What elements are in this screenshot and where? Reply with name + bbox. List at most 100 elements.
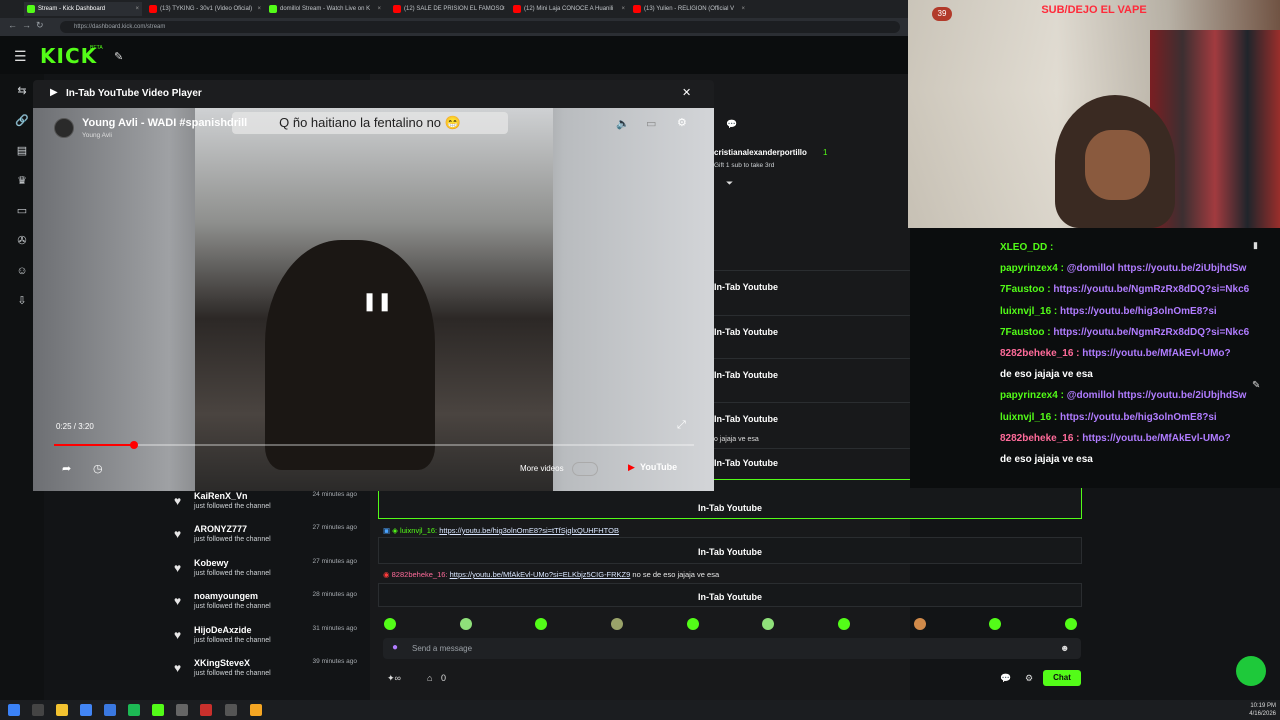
- emote-icon[interactable]: [989, 618, 1001, 630]
- video-title[interactable]: Young Avli - WADI #spanishdrill: [82, 117, 247, 129]
- app-icon[interactable]: [176, 704, 188, 716]
- tab-favicon-icon: [633, 5, 641, 13]
- menu-icon[interactable]: ☰: [14, 48, 27, 65]
- emote-icon[interactable]: [838, 618, 850, 630]
- pinned-count: 1: [823, 148, 828, 157]
- channel-avatar[interactable]: [54, 118, 74, 138]
- browser-tab[interactable]: (13) Yulien - RELIGION (Official V ×: [630, 2, 748, 16]
- forward-icon[interactable]: →: [22, 20, 31, 30]
- points-count: 0: [441, 673, 447, 683]
- chat-link[interactable]: https://youtu.be/MfAkEvl-UMo?si=ELKbjz5C…: [450, 570, 631, 579]
- stream-goal-banner: SUB/DEJO EL VAPE: [1041, 4, 1147, 16]
- youtube-wordmark[interactable]: YouTube: [640, 462, 677, 472]
- app-icon[interactable]: [104, 704, 116, 716]
- watch-later-icon[interactable]: ◷: [93, 462, 103, 475]
- system-clock[interactable]: 10:19 PM 4/16/2026: [1218, 702, 1276, 718]
- video-time: 0:25 / 3:20: [56, 422, 94, 431]
- spotify-icon[interactable]: [128, 704, 140, 716]
- overlay-chat-line: XLEO_DD :: [1000, 242, 1054, 253]
- emote-icon[interactable]: [914, 618, 926, 630]
- app-icon[interactable]: [250, 704, 262, 716]
- gear-icon[interactable]: ⚙: [1025, 673, 1033, 684]
- captions-icon[interactable]: ▭: [646, 117, 656, 130]
- message-input[interactable]: [383, 638, 1081, 659]
- overlay-chat-line: 7Faustoo : https://youtu.be/NgmRzRx8dDQ?…: [1000, 284, 1250, 296]
- browser-tab[interactable]: (13) TYKING - 30v1 (Video Oficial) ×: [146, 2, 264, 16]
- browser-tab[interactable]: domillol Stream - Watch Live on K ×: [266, 2, 384, 16]
- close-tab-icon[interactable]: ×: [377, 2, 381, 16]
- pin-icon[interactable]: ✎: [114, 50, 123, 63]
- kick-logo[interactable]: KICK: [40, 44, 97, 68]
- reward-label: In-Tab Youtube: [714, 327, 778, 337]
- progress-track[interactable]: [54, 444, 694, 446]
- overlay-chat-line: papyrinzex4 : @domillol https://youtu.be…: [1000, 263, 1247, 275]
- support-button[interactable]: [1236, 656, 1266, 686]
- tab-favicon-icon: [393, 5, 401, 13]
- emoji-icon[interactable]: ☻: [1060, 643, 1069, 653]
- browser-tab[interactable]: (12) Mini Laja CONOCE A Huanili ×: [510, 2, 628, 16]
- emote-icon[interactable]: [460, 618, 472, 630]
- download-icon[interactable]: ⇩: [14, 294, 30, 308]
- settings-icon[interactable]: ⚙: [677, 116, 687, 129]
- obs-icon[interactable]: [225, 704, 237, 716]
- pinned-user[interactable]: cristianalexanderportillo: [714, 148, 807, 157]
- share-icon[interactable]: ➦: [62, 462, 71, 475]
- pause-icon[interactable]: ❚❚: [362, 290, 392, 312]
- tab-favicon-icon: [513, 5, 521, 13]
- tab-label: (12) SALE DE PRISION EL FAMOSO: [404, 6, 505, 12]
- emote-icon[interactable]: [687, 618, 699, 630]
- channel-name[interactable]: Young Avli: [82, 132, 112, 139]
- heart-icon: ♥: [174, 661, 182, 675]
- follower-item: ♥ Kobewy just followed the channel 27 minut…: [174, 558, 357, 577]
- app-icon[interactable]: [200, 704, 212, 716]
- close-tab-icon[interactable]: ×: [135, 2, 139, 16]
- back-icon[interactable]: ←: [8, 20, 17, 30]
- emote-icon[interactable]: [384, 618, 396, 630]
- volume-icon[interactable]: 🔈: [616, 117, 630, 130]
- chrome-icon[interactable]: [80, 704, 92, 716]
- search-icon[interactable]: [32, 704, 44, 716]
- side-tool-icon[interactable]: ▮: [1253, 240, 1258, 251]
- folder-icon[interactable]: [56, 704, 68, 716]
- link-icon[interactable]: 🔗: [14, 114, 30, 128]
- infinity-icon[interactable]: ✦∞: [387, 673, 401, 684]
- chat-link[interactable]: https://youtu.be/hig3olnOmE8?si=tTfSjqlx…: [439, 526, 619, 535]
- progress-scrubber[interactable]: [130, 441, 138, 449]
- users-icon[interactable]: ☺: [14, 264, 30, 278]
- url-field[interactable]: https://dashboard.kick.com/stream: [60, 21, 900, 33]
- lock-icon: ⌂: [427, 673, 433, 683]
- chat-settings-bubble-icon[interactable]: 💬: [1000, 673, 1011, 684]
- filter-icon[interactable]: ⏷: [726, 178, 733, 189]
- emote-icon[interactable]: [1065, 618, 1077, 630]
- emote-icon[interactable]: [611, 618, 623, 630]
- reload-icon[interactable]: ↻: [36, 20, 44, 31]
- close-icon[interactable]: ✕: [682, 86, 691, 99]
- fullscreen-icon[interactable]: ⤢: [677, 419, 686, 432]
- emote-icon[interactable]: [762, 618, 774, 630]
- browser-tab[interactable]: (12) SALE DE PRISION EL FAMOSO ×: [390, 2, 508, 16]
- progress-fill: [54, 444, 134, 446]
- card-icon[interactable]: ▭: [14, 204, 30, 218]
- close-tab-icon[interactable]: ×: [741, 2, 745, 16]
- heart-icon: ♥: [174, 561, 182, 575]
- close-tab-icon[interactable]: ×: [621, 2, 625, 16]
- stats-icon[interactable]: ▤: [14, 144, 30, 158]
- wrench-icon[interactable]: ✇: [14, 234, 30, 248]
- kick-app-icon[interactable]: [152, 704, 164, 716]
- browser-tab[interactable]: Stream - Kick Dashboard ×: [24, 2, 142, 16]
- more-videos-label[interactable]: More videos: [520, 464, 564, 473]
- close-tab-icon[interactable]: ×: [501, 2, 505, 16]
- emote-icon[interactable]: [535, 618, 547, 630]
- reward-label: In-Tab Youtube: [714, 282, 778, 292]
- mic-icon[interactable]: ●: [392, 642, 398, 653]
- close-tab-icon[interactable]: ×: [257, 2, 261, 16]
- wrench-tool-icon[interactable]: ✎: [1252, 380, 1260, 391]
- trophy-icon[interactable]: ♛: [14, 174, 30, 188]
- collapse-icon[interactable]: ⇆: [14, 84, 30, 98]
- start-icon[interactable]: [8, 704, 20, 716]
- reward-label: In-Tab Youtube: [714, 458, 778, 468]
- more-videos-toggle[interactable]: [572, 462, 598, 476]
- beta-badge: BETA: [90, 45, 103, 51]
- modal-title: In-Tab YouTube Video Player: [66, 88, 202, 99]
- chat-send-button[interactable]: Chat: [1043, 670, 1081, 686]
